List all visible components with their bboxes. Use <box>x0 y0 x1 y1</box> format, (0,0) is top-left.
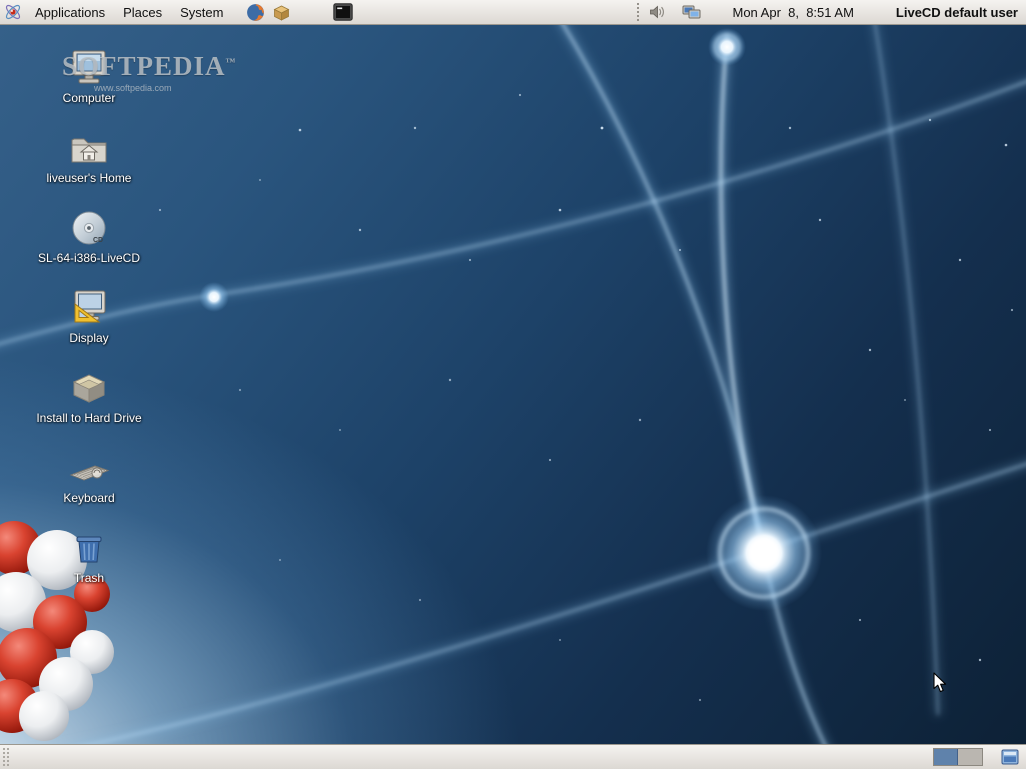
display-settings-icon <box>67 289 111 329</box>
panel-separator <box>635 2 641 22</box>
cd-disc-icon: CD <box>67 209 111 249</box>
bottom-panel <box>0 744 1026 769</box>
software-launcher[interactable] <box>270 1 292 23</box>
network-applet[interactable] <box>681 1 703 23</box>
desktop-icon-livecd[interactable]: CD SL-64-i386-LiveCD <box>14 209 164 289</box>
panel-drag-handle[interactable] <box>2 747 10 767</box>
menu-applications-label: Applications <box>35 5 105 20</box>
icon-label: Keyboard <box>63 492 114 505</box>
atom-icon <box>3 2 23 22</box>
volume-applet[interactable] <box>647 1 669 23</box>
top-panel: Applications Places System <box>0 0 1026 25</box>
user-switcher[interactable]: LiveCD default user <box>896 5 1018 20</box>
sl-menu-logo-icon[interactable] <box>2 1 24 23</box>
workspace-2[interactable] <box>958 749 982 765</box>
menu-places[interactable]: Places <box>114 0 171 25</box>
desktop-icon-install[interactable]: Install to Hard Drive <box>14 369 164 449</box>
icon-label: Install to Hard Drive <box>36 412 141 425</box>
menu-places-label: Places <box>123 5 162 20</box>
desktop-icon-home[interactable]: liveuser's Home <box>14 129 164 209</box>
cd-badge: CD <box>93 237 103 244</box>
icon-label: Trash <box>74 572 104 585</box>
hard-drive-icon <box>67 369 111 409</box>
package-icon <box>272 3 291 22</box>
desktop-icon-display[interactable]: Display <box>14 289 164 369</box>
keyboard-icon <box>67 449 111 489</box>
desktop-icon-computer[interactable]: Computer <box>14 49 164 129</box>
icon-label: Display <box>69 332 108 345</box>
terminal-launcher[interactable] <box>332 1 354 23</box>
trash-icon <box>67 529 111 569</box>
desktop-icon-column: Computer liveuser's Home <box>14 49 164 609</box>
desktop-surface[interactable]: SOFTPEDIA™ www.softpedia.com Computer <box>0 25 1026 744</box>
clock[interactable]: Mon Apr 8, 8:51 AM <box>733 5 854 20</box>
menu-applications[interactable]: Applications <box>26 0 114 25</box>
terminal-icon <box>333 3 353 21</box>
desktop-icon-trash[interactable]: Trash <box>14 529 164 609</box>
menu-system-label: System <box>180 5 223 20</box>
icon-label: Computer <box>63 92 116 105</box>
menu-system[interactable]: System <box>171 0 232 25</box>
icon-label: liveuser's Home <box>47 172 132 185</box>
firefox-icon <box>246 3 265 22</box>
network-monitors-icon <box>682 4 702 21</box>
window-selector-icon <box>1001 749 1019 765</box>
home-folder-icon <box>67 129 111 169</box>
desktop-icon-keyboard[interactable]: Keyboard <box>14 449 164 529</box>
firefox-launcher[interactable] <box>244 1 266 23</box>
icon-label: SL-64-i386-LiveCD <box>38 252 140 265</box>
workspace-switcher <box>933 748 983 766</box>
speaker-icon <box>649 4 666 20</box>
window-selector-applet[interactable] <box>999 746 1021 768</box>
computer-icon <box>67 49 111 89</box>
workspace-1[interactable] <box>934 749 958 765</box>
